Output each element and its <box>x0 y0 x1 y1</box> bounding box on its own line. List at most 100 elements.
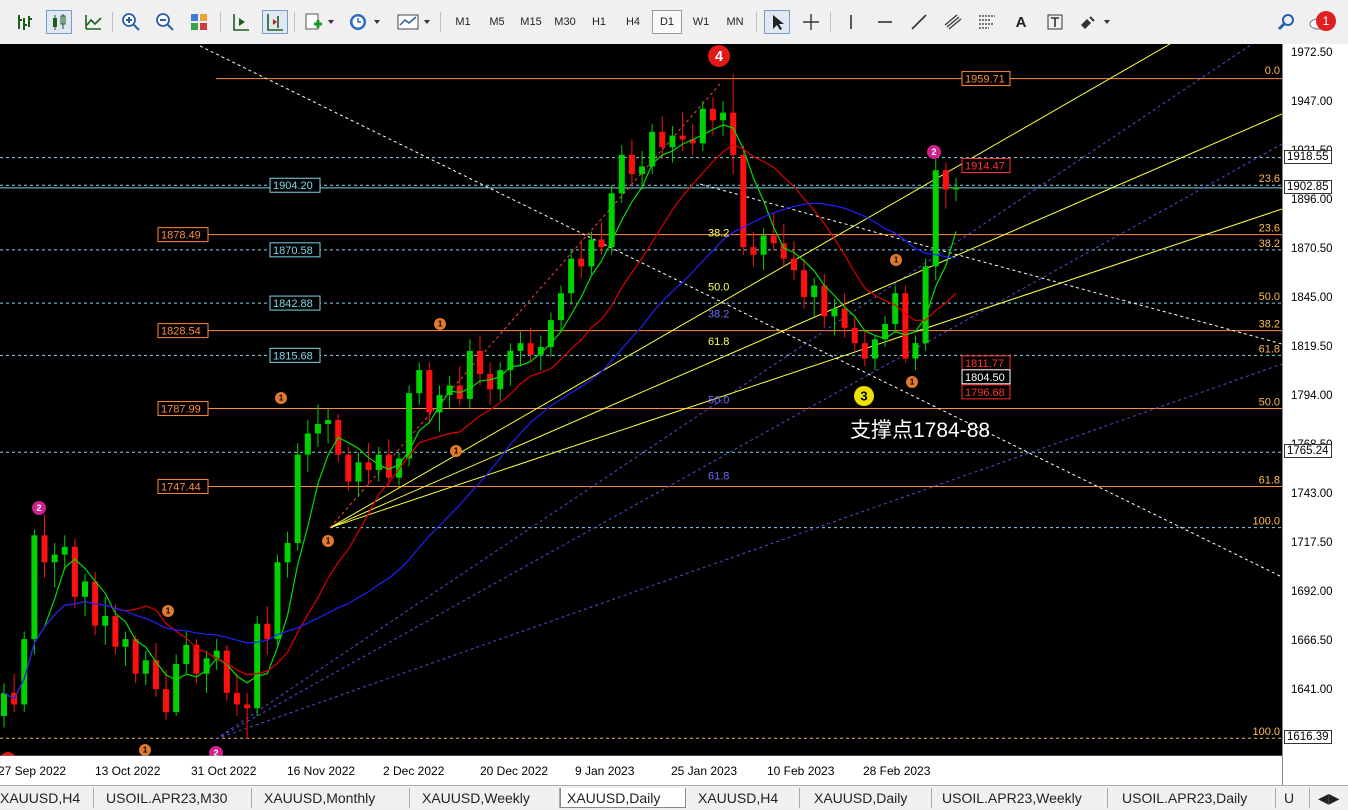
equidistant-channel-icon[interactable] <box>940 10 966 34</box>
fib-ratio-label: 50.0 <box>708 395 729 407</box>
notification-badge[interactable]: 1 <box>1316 11 1336 31</box>
zoom-in-icon[interactable] <box>118 10 144 34</box>
price-tick-label: 1717.50 <box>1291 537 1333 549</box>
new-order-icon[interactable] <box>302 10 338 34</box>
line-chart-icon[interactable] <box>80 10 106 34</box>
tile-windows-icon[interactable] <box>186 10 212 34</box>
candle-body <box>122 639 129 647</box>
chart-tabs: XAUUSD,H4 USOIL.APR23,M30 XAUUSD,Monthly… <box>0 785 1348 810</box>
autoscroll-icon[interactable] <box>228 10 254 34</box>
wave-marker-1-label: 1 <box>454 447 459 456</box>
search-icon[interactable] <box>1274 10 1300 34</box>
price-tick-label: 1845.00 <box>1291 292 1333 304</box>
zoom-out-icon[interactable] <box>152 10 178 34</box>
candle-body <box>365 462 372 471</box>
tab-xauusd-daily-2[interactable]: XAUUSD,Daily <box>808 788 932 808</box>
tab-usoil-m30[interactable]: USOIL.APR23,M30 <box>100 788 252 808</box>
candle-body <box>760 235 767 255</box>
time-axis-label: 28 Feb 2023 <box>863 764 931 778</box>
timeframe-h4[interactable]: H4 <box>618 10 648 34</box>
text-icon[interactable]: A <box>1008 10 1034 34</box>
candle-body <box>173 664 180 713</box>
candle-body <box>416 370 423 394</box>
tab-xauusd-daily[interactable]: XAUUSD,Daily <box>560 788 686 808</box>
bar-chart-icon[interactable] <box>12 10 38 34</box>
candle-body <box>497 370 504 390</box>
moving-average-slow <box>3 202 957 700</box>
candle-body <box>628 154 635 175</box>
cursor-icon[interactable] <box>764 10 790 34</box>
candle-body <box>861 343 868 359</box>
horizontal-line-icon[interactable] <box>872 10 898 34</box>
candle-body <box>770 235 777 244</box>
candle-body <box>406 393 413 459</box>
candle-body <box>942 170 949 190</box>
candle-body <box>132 639 139 674</box>
crosshair-icon[interactable] <box>798 10 824 34</box>
templates-icon[interactable] <box>394 10 434 34</box>
candle-body <box>233 692 240 705</box>
price-axis: 1972.501947.001921.501896.001870.501845.… <box>1282 44 1348 785</box>
wave-marker-4-label: 4 <box>715 49 723 65</box>
price-tick-label: 1794.00 <box>1291 390 1333 402</box>
chart-shift-icon[interactable] <box>262 10 288 34</box>
candlestick-icon[interactable] <box>46 10 72 34</box>
timeframe-m1[interactable]: M1 <box>448 10 478 34</box>
candle-body <box>163 689 170 713</box>
tab-usoil-daily[interactable]: USOIL.APR23,Daily <box>1116 788 1276 808</box>
tab-xauusd-h4-2[interactable]: XAUUSD,H4 <box>692 788 800 808</box>
wave-marker-1-label: 1 <box>910 378 915 387</box>
candle-body <box>790 258 797 271</box>
candle-body <box>912 343 919 359</box>
timeframe-d1[interactable]: D1 <box>652 10 682 34</box>
fib-ratio-label: 50.0 <box>1259 397 1280 409</box>
trendline <box>199 45 1282 578</box>
tab-xauusd-monthly[interactable]: XAUUSD,Monthly <box>258 788 410 808</box>
candle-body <box>953 187 959 190</box>
level-label: 1787.99 <box>161 404 201 416</box>
timeframe-w1[interactable]: W1 <box>686 10 716 34</box>
timeframe-m15[interactable]: M15 <box>516 10 546 34</box>
candle-body <box>294 454 301 544</box>
tab-xauusd-h4[interactable]: XAUUSD,H4 <box>0 788 94 808</box>
candle-body <box>61 546 68 555</box>
trendline <box>329 113 1282 529</box>
candle-body <box>487 373 494 390</box>
timeframe-mn[interactable]: MN <box>720 10 750 34</box>
price-box-label: 1914.47 <box>965 161 1005 173</box>
tab-scroll-arrows[interactable]: ◀▶ <box>1312 788 1348 808</box>
history-icon[interactable] <box>346 10 384 34</box>
tab-usoil-more[interactable]: U <box>1278 788 1310 808</box>
vertical-line-icon[interactable] <box>838 10 864 34</box>
timeframe-h1[interactable]: H1 <box>584 10 614 34</box>
price-tick-label: 1972.50 <box>1291 47 1333 59</box>
fibonacci-icon[interactable] <box>974 10 1000 34</box>
price-tick-label: 1666.50 <box>1291 635 1333 647</box>
candle-body <box>1 692 7 716</box>
time-axis-label: 27 Sep 2022 <box>0 764 66 778</box>
wave-marker-1-label: 1 <box>438 320 443 329</box>
fib-ratio-label: 38.2 <box>708 228 729 240</box>
timeframe-m5[interactable]: M5 <box>482 10 512 34</box>
text-label-icon[interactable] <box>1042 10 1068 34</box>
wave-marker-1-label: 1 <box>166 607 171 616</box>
candle-body <box>780 243 787 259</box>
tab-usoil-weekly[interactable]: USOIL.APR23,Weekly <box>936 788 1108 808</box>
candle-body <box>892 293 899 324</box>
candle-body <box>730 112 737 155</box>
candle-body <box>254 623 261 709</box>
candle-body <box>112 616 119 647</box>
tab-xauusd-weekly[interactable]: XAUUSD,Weekly <box>416 788 560 808</box>
candle-body <box>477 350 483 374</box>
candle-body <box>558 293 565 321</box>
level-label: 1904.20 <box>273 180 313 192</box>
price-chart[interactable]: 1904.20 1878.49 1870.58 1842.88 1828.54 1815.… <box>0 44 1282 785</box>
candle-body <box>51 554 58 563</box>
trendline-icon[interactable] <box>906 10 932 34</box>
candle-body <box>750 247 757 255</box>
fib-ratio-label: 61.8 <box>708 336 729 348</box>
fib-ratio-label: 0.0 <box>1265 65 1280 77</box>
timeframe-m30[interactable]: M30 <box>550 10 580 34</box>
shapes-icon[interactable] <box>1076 10 1116 34</box>
candle-body <box>385 454 392 478</box>
